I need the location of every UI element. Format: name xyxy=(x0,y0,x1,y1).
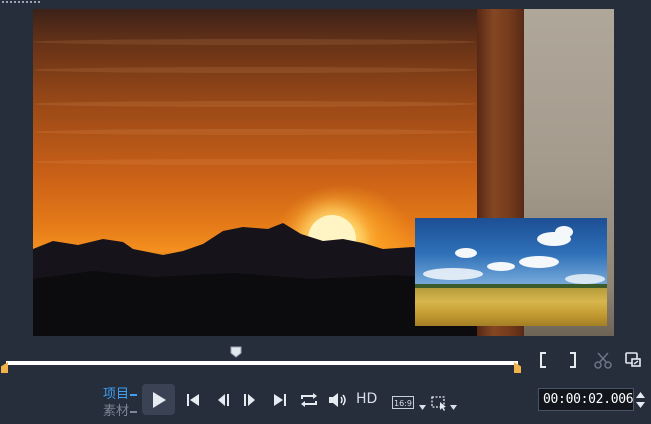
previous-frame-button[interactable] xyxy=(214,391,232,409)
timecode-field[interactable]: 00:00:02.006 xyxy=(538,388,634,411)
panel-grip[interactable] xyxy=(2,0,42,4)
next-frame-button[interactable] xyxy=(241,391,259,409)
timeline-track[interactable] xyxy=(6,361,518,365)
next-frame-icon xyxy=(244,394,255,406)
chevron-down-icon[interactable] xyxy=(635,402,645,408)
trim-start-handle[interactable] xyxy=(1,362,8,373)
sunset-image xyxy=(33,9,477,336)
previous-frame-icon xyxy=(218,394,229,406)
mark-out-button[interactable] xyxy=(565,350,581,370)
mountain-silhouette xyxy=(33,223,477,336)
go-to-end-icon xyxy=(274,394,286,406)
enlarge-preview-icon xyxy=(625,352,641,367)
hd-preview-toggle[interactable]: HD xyxy=(356,391,377,407)
clip-mode-label: 素材 xyxy=(103,404,130,419)
volume-button[interactable] xyxy=(327,390,349,410)
repeat-icon xyxy=(301,393,317,407)
split-clip-button[interactable] xyxy=(593,350,613,370)
playhead-scrubber[interactable] xyxy=(230,346,242,358)
chevron-down-icon[interactable] xyxy=(419,405,426,410)
mark-in-icon xyxy=(540,352,546,368)
go-to-end-button[interactable] xyxy=(271,391,289,409)
play-icon xyxy=(152,391,166,408)
enlarge-preview-button[interactable] xyxy=(623,350,643,370)
volume-icon xyxy=(329,393,346,407)
repeat-button[interactable] xyxy=(298,390,320,410)
chevron-down-icon[interactable] xyxy=(450,405,457,410)
picture-in-picture-overlay[interactable] xyxy=(415,218,607,326)
mark-in-button[interactable] xyxy=(535,350,551,370)
chevron-up-icon[interactable] xyxy=(635,392,645,398)
go-to-start-icon xyxy=(187,394,199,406)
snapshot-select-icon xyxy=(431,396,446,411)
go-to-start-button[interactable] xyxy=(184,391,202,409)
scissors-icon xyxy=(594,352,612,369)
play-button[interactable] xyxy=(142,384,175,415)
mark-out-icon xyxy=(570,352,576,368)
snapshot-select-button[interactable] xyxy=(430,394,450,412)
preview-window xyxy=(33,9,614,336)
timecode-stepper[interactable] xyxy=(634,389,646,411)
clip-mode-toggle[interactable]: 素材 xyxy=(103,400,138,419)
aspect-ratio-dropdown[interactable]: 16:9 xyxy=(392,396,414,409)
